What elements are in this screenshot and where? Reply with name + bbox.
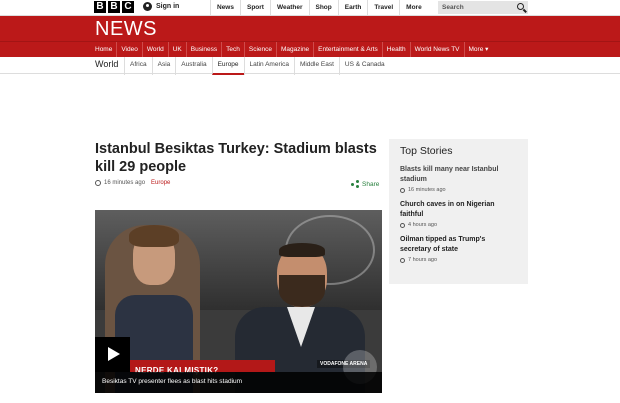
nav-world-news-tv[interactable]: World News TV xyxy=(411,42,465,57)
nav-science[interactable]: Science xyxy=(245,42,277,57)
subnav-middle-east[interactable]: Middle East xyxy=(293,57,339,75)
video-caption-bar: Besiktas TV presenter flees as blast hit… xyxy=(95,372,382,393)
clock-icon xyxy=(400,187,405,193)
bbc-logo[interactable]: B B C xyxy=(94,1,134,13)
story-title[interactable]: Church caves in on Nigerian faithful xyxy=(400,200,517,219)
subnav-australia[interactable]: Australia xyxy=(175,57,211,75)
top-nav-news[interactable]: News xyxy=(210,0,240,15)
nav-video[interactable]: Video xyxy=(117,42,143,57)
share-icon xyxy=(351,180,359,188)
clock-icon xyxy=(400,257,405,263)
story-time: 4 hours ago xyxy=(400,222,517,228)
share-label: Share xyxy=(362,180,380,188)
search-input[interactable]: Search xyxy=(438,1,528,14)
search-icon[interactable] xyxy=(517,3,524,10)
video-overlay-banner: NERDE KALMIŞTIK? xyxy=(115,360,275,375)
masthead-bar: B B C Sign in News Sport Weather Shop Ea… xyxy=(0,0,620,16)
logo-letter-b1: B xyxy=(94,1,106,13)
video-player[interactable]: NERDE KALMIŞTIK? VODAFONE ARENA Besiktas… xyxy=(95,210,382,393)
logo-letter-c: C xyxy=(122,1,134,13)
play-icon[interactable] xyxy=(95,337,130,372)
clock-icon xyxy=(400,222,405,228)
top-stories-panel: Top Stories Blasts kill many near Istanb… xyxy=(389,139,528,284)
top-nav-weather[interactable]: Weather xyxy=(269,0,309,15)
sub-nav: World Africa Asia Australia Europe Latin… xyxy=(0,57,620,75)
nav-uk[interactable]: UK xyxy=(169,42,187,57)
sign-in-label: Sign in xyxy=(156,3,180,10)
top-stories-title: Top Stories xyxy=(400,145,453,157)
nav-health[interactable]: Health xyxy=(383,42,411,57)
subnav-us-canada[interactable]: US & Canada xyxy=(338,57,390,75)
nav-entertainment[interactable]: Entertainment & Arts xyxy=(314,42,383,57)
section-title[interactable]: World xyxy=(95,59,118,69)
top-nav: News Sport Weather Shop Earth Travel Mor… xyxy=(210,0,453,15)
story-time-label: 16 minutes ago xyxy=(408,187,446,193)
subnav-africa[interactable]: Africa xyxy=(124,57,152,75)
story-title[interactable]: Blasts kill many near Istanbul stadium xyxy=(400,165,517,184)
story-time-label: 4 hours ago xyxy=(408,222,438,228)
nav-world[interactable]: World xyxy=(143,42,169,57)
article-time: 16 minutes ago xyxy=(104,180,146,186)
subnav-latin-america[interactable]: Latin America xyxy=(243,57,294,75)
top-nav-more-label: More xyxy=(406,4,422,11)
story-time-label: 7 hours ago xyxy=(408,257,438,263)
article-meta: 16 minutes ago Europe xyxy=(95,180,170,186)
top-nav-shop[interactable]: Shop xyxy=(308,0,338,15)
top-nav-travel[interactable]: Travel xyxy=(367,0,399,15)
story-item[interactable]: Oilman tipped as Trump's secretary of st… xyxy=(400,235,517,263)
story-title[interactable]: Oilman tipped as Trump's secretary of st… xyxy=(400,235,517,254)
story-time: 16 minutes ago xyxy=(400,187,517,193)
news-title[interactable]: NEWS xyxy=(95,18,157,41)
nav-tech[interactable]: Tech xyxy=(222,42,245,57)
nav-more[interactable]: More ▾ xyxy=(465,42,493,57)
search-placeholder: Search xyxy=(442,4,464,11)
story-item[interactable]: Church caves in on Nigerian faithful 4 h… xyxy=(400,200,517,228)
logo-letter-b2: B xyxy=(108,1,120,13)
subnav-asia[interactable]: Asia xyxy=(151,57,176,75)
top-nav-sport[interactable]: Sport xyxy=(239,0,270,15)
article-region-link[interactable]: Europe xyxy=(151,180,170,186)
nav-home[interactable]: Home xyxy=(91,42,118,57)
video-caption: Besiktas TV presenter flees as blast hit… xyxy=(102,378,243,385)
story-time: 7 hours ago xyxy=(400,257,517,263)
article-headline: Istanbul Besiktas Turkey: Stadium blasts… xyxy=(95,141,377,175)
clock-icon xyxy=(95,180,101,186)
nav-magazine[interactable]: Magazine xyxy=(277,42,315,57)
main-nav: Home Video World UK Business Tech Scienc… xyxy=(0,41,620,57)
top-nav-earth[interactable]: Earth xyxy=(337,0,368,15)
story-item[interactable]: Blasts kill many near Istanbul stadium 1… xyxy=(400,165,517,193)
subnav-europe[interactable]: Europe xyxy=(211,57,244,75)
share-button[interactable]: Share xyxy=(351,180,379,188)
user-icon xyxy=(143,2,152,11)
nav-business[interactable]: Business xyxy=(187,42,223,57)
sign-in-link[interactable]: Sign in xyxy=(143,2,179,11)
